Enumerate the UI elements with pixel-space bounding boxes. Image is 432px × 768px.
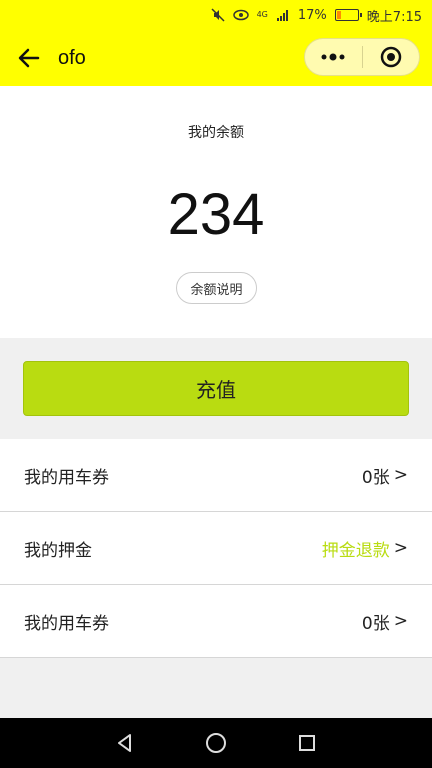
home-circle-icon[interactable]	[205, 732, 227, 754]
balance-explain-button[interactable]: 余额说明	[176, 272, 257, 304]
recents-square-icon[interactable]	[297, 733, 317, 753]
chevron-right-icon: >	[393, 611, 408, 631]
list-item-label: 我的用车券	[24, 467, 109, 488]
nav-bar: ofo	[0, 30, 432, 86]
battery-percent: 17%	[297, 7, 327, 23]
balance-card: 我的余额 234 余额说明	[0, 86, 432, 338]
mini-program-capsule	[304, 38, 420, 76]
page-title: ofo	[58, 46, 86, 69]
eye-icon	[232, 9, 249, 21]
list-item-coupons-2[interactable]: 我的用车券 0张 >	[0, 585, 432, 658]
chevron-right-icon: >	[393, 538, 408, 558]
android-nav-bar	[0, 718, 432, 768]
list-item-coupons[interactable]: 我的用车券 0张 >	[0, 439, 432, 512]
list-item-label: 我的用车券	[24, 613, 109, 634]
chevron-right-icon: >	[393, 465, 408, 485]
close-circle-icon	[380, 46, 401, 68]
status-bar: 4G 17% 晚上7:15	[0, 0, 432, 30]
balance-value: 234	[167, 182, 265, 247]
balance-label: 我的余额	[188, 125, 244, 141]
list-item-value: 0张	[361, 613, 390, 634]
arrow-left-icon	[18, 48, 40, 68]
signal-icon	[276, 10, 288, 21]
list-item-label: 我的押金	[24, 540, 92, 561]
list-item-value: 0张	[361, 467, 390, 488]
back-triangle-icon[interactable]	[115, 733, 135, 753]
battery-icon	[334, 9, 362, 21]
mute-icon	[211, 8, 225, 22]
close-button[interactable]	[363, 39, 420, 75]
recharge-button[interactable]: 充值	[23, 361, 409, 416]
more-button[interactable]	[305, 39, 362, 75]
network-4g-icon: 4G	[256, 10, 268, 19]
back-button[interactable]	[0, 30, 58, 86]
account-list: 我的用车券 0张 > 我的押金 押金退款 > 我的用车券 0张 >	[0, 439, 432, 658]
clock: 晚上7:15	[366, 9, 422, 25]
more-dots-icon	[321, 53, 345, 61]
list-item-deposit[interactable]: 我的押金 押金退款 >	[0, 512, 432, 585]
deposit-refund-link[interactable]: 押金退款	[322, 536, 390, 561]
